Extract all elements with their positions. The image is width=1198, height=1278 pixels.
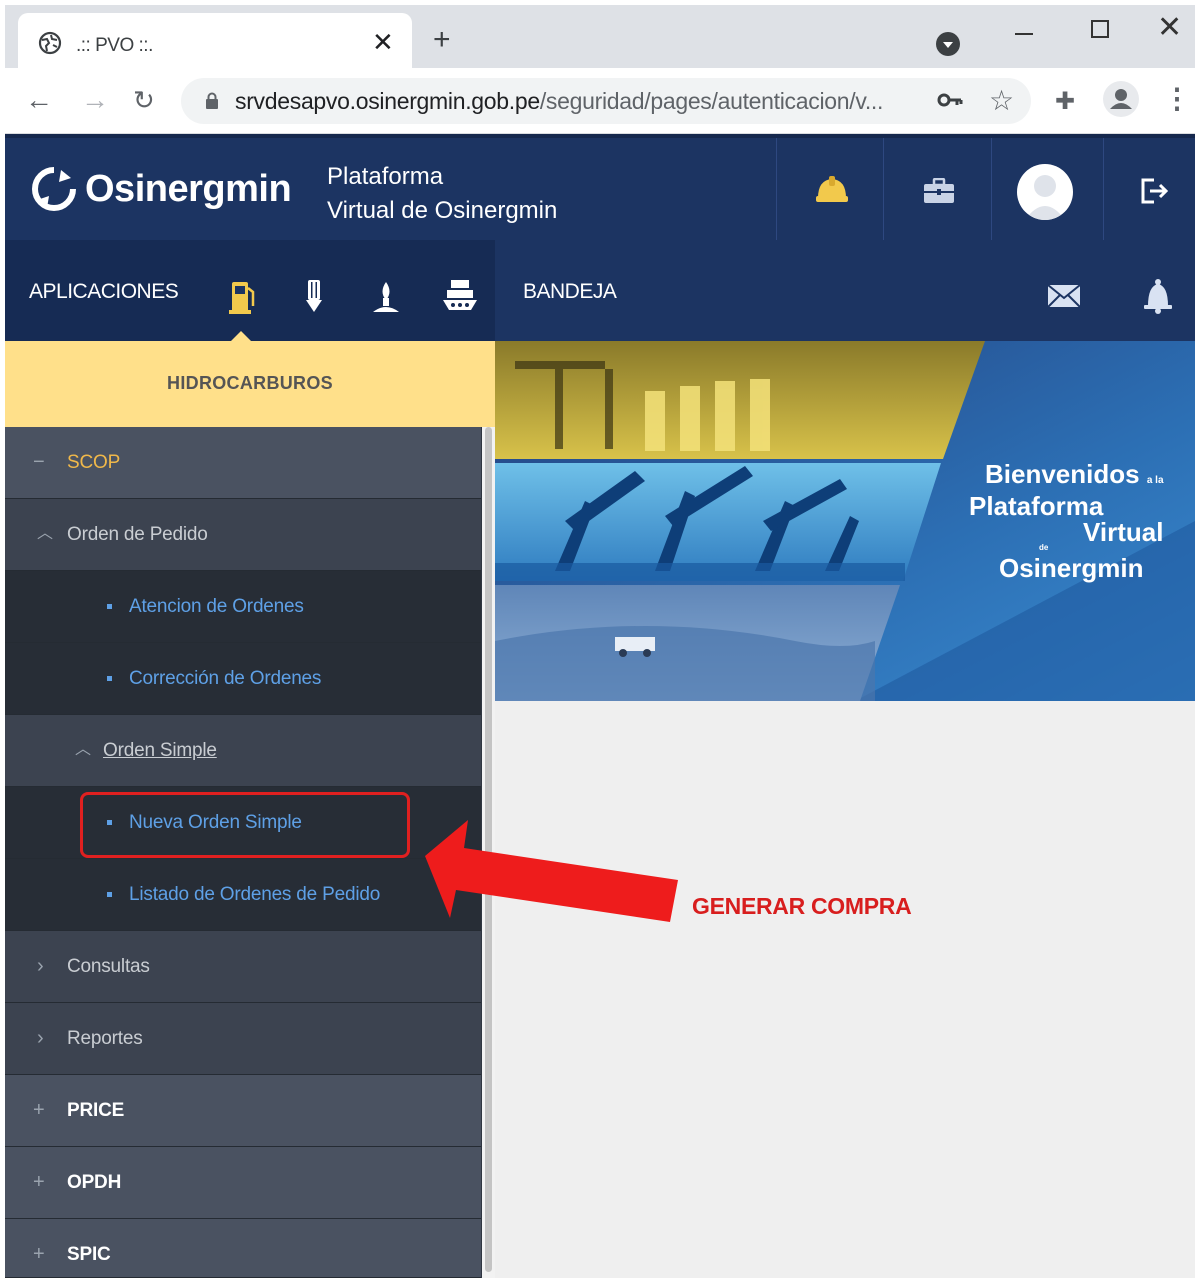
- minus-icon: −: [33, 451, 45, 473]
- sidebar-item-correccion-de-ordenes[interactable]: Corrección de Ordenes: [5, 643, 481, 715]
- avatar: [1017, 164, 1073, 220]
- tab-title: .:: PVO ::.: [76, 35, 153, 56]
- platform-title: Plataforma Virtual de Osinergmin: [327, 160, 557, 228]
- sidebar-item-atencion-de-ordenes[interactable]: Atencion de Ordenes: [5, 571, 481, 643]
- address-bar[interactable]: srvdesapvo.osinergmin.gob.pe/seguridad/p…: [181, 78, 1031, 124]
- bookmark-star-icon[interactable]: ☆: [989, 84, 1014, 118]
- extensions-icon[interactable]: ✚: [1055, 87, 1075, 116]
- helmet-button[interactable]: [776, 138, 883, 240]
- url-domain: srvdesapvo.osinergmin.gob.pe: [235, 88, 540, 114]
- sidebar-item-orden-de-pedido[interactable]: ︿ Orden de Pedido: [5, 499, 481, 571]
- sidebar-item-listado-de-ordenes[interactable]: Listado de Ordenes de Pedido: [5, 859, 481, 931]
- sidebar-item-label: Reportes: [67, 1028, 143, 1049]
- chevron-up-icon: ︿: [75, 741, 92, 758]
- mail-icon[interactable]: [1047, 284, 1081, 308]
- plus-icon: +: [33, 1243, 45, 1265]
- key-icon[interactable]: [937, 90, 963, 110]
- osinergmin-logo-icon: [32, 167, 76, 211]
- active-app-caret-icon: [231, 331, 251, 341]
- lock-icon: [206, 92, 218, 109]
- banner-line-1-small: a la: [1146, 475, 1164, 486]
- banner-line-3: Virtual: [1083, 517, 1164, 547]
- plus-icon: +: [33, 1171, 45, 1193]
- platform-title-line1: Plataforma: [327, 163, 444, 190]
- url-text: srvdesapvo.osinergmin.gob.pe/seguridad/p…: [235, 88, 883, 115]
- bandeja-bar: BANDEJA: [495, 240, 1195, 341]
- sidebar-item-label: PRICE: [67, 1100, 125, 1121]
- fuel-pump-icon[interactable]: [229, 276, 255, 314]
- briefcase-button[interactable]: [883, 138, 991, 240]
- back-icon[interactable]: ←: [25, 80, 53, 120]
- sidebar-item-price[interactable]: + PRICE: [5, 1075, 481, 1147]
- sidebar-item-orden-simple[interactable]: ︿ Orden Simple: [5, 715, 481, 787]
- sidebar-item-spic[interactable]: + SPIC: [5, 1219, 481, 1278]
- annotation-highlight-box: [80, 792, 410, 858]
- chevron-right-icon: ›: [37, 955, 44, 977]
- sidebar-item-label: Orden Simple: [103, 740, 217, 761]
- close-tab-icon[interactable]: ✕: [372, 27, 394, 57]
- sidebar-item-label: SCOP: [67, 452, 121, 473]
- bell-icon[interactable]: [1143, 278, 1173, 314]
- banner-line-4: Osinergmin: [999, 553, 1144, 583]
- app-header: Osinergmin Plataforma Virtual de Osinerg…: [5, 134, 1195, 240]
- welcome-banner: Bienvenidos a la Plataforma Virtual de O…: [495, 341, 1195, 701]
- gas-flame-icon[interactable]: [371, 280, 401, 314]
- browser-tab[interactable]: .:: PVO ::. ✕: [18, 13, 412, 73]
- logo-text: Osinergmin: [85, 168, 292, 210]
- helmet-icon: [816, 176, 848, 202]
- globe-icon: [38, 31, 62, 55]
- logout-icon: [1141, 178, 1168, 204]
- banner-line-1-text: Bienvenidos: [985, 459, 1140, 489]
- sidebar-item-label: OPDH: [67, 1172, 122, 1193]
- menu-kebab-icon[interactable]: ⋮: [1163, 84, 1191, 114]
- browser-toolbar: ← → ↻ srvdesapvo.osinergmin.gob.pe/segur…: [5, 68, 1195, 134]
- plus-icon: +: [33, 1099, 45, 1121]
- briefcase-icon: [924, 178, 954, 203]
- window-close-icon[interactable]: ✕: [1157, 11, 1182, 45]
- sidebar-item-scop[interactable]: − SCOP: [5, 427, 481, 499]
- sidebar-item-opdh[interactable]: + OPDH: [5, 1147, 481, 1219]
- bullet-icon: [107, 892, 112, 897]
- annotation-label: GENERAR COMPRA: [692, 893, 912, 919]
- annotation-arrow-icon: [425, 820, 678, 922]
- chevron-up-icon: ︿: [37, 525, 54, 542]
- sidebar-item-label: Corrección de Ordenes: [129, 668, 322, 689]
- sidebar-item-label: Listado de Ordenes de Pedido: [129, 884, 381, 905]
- maximize-icon[interactable]: [1091, 20, 1109, 38]
- sidebar-item-reportes[interactable]: › Reportes: [5, 1003, 481, 1075]
- section-title: HIDROCARBUROS: [167, 373, 333, 393]
- platform-title-line2: Virtual de Osinergmin: [327, 197, 558, 224]
- forward-icon[interactable]: →: [81, 80, 109, 120]
- minimize-icon[interactable]: [1015, 33, 1033, 35]
- sidebar-item-label: Orden de Pedido: [67, 524, 208, 545]
- applications-label: APLICACIONES: [29, 280, 179, 303]
- new-tab-icon[interactable]: +: [433, 25, 451, 55]
- incognito-dot-icon[interactable]: [935, 31, 961, 57]
- sidebar-item-label: Atencion de Ordenes: [129, 596, 304, 617]
- main-content: Bienvenidos a la Plataforma Virtual de O…: [495, 341, 1195, 1278]
- sidebar-item-label: Consultas: [67, 956, 150, 977]
- chevron-right-icon: ›: [37, 1027, 44, 1049]
- url-path: /seguridad/pages/autenticacion/v...: [539, 88, 884, 114]
- bandeja-label[interactable]: BANDEJA: [523, 280, 617, 304]
- banner-line-3-small: de: [1039, 543, 1049, 552]
- reload-icon[interactable]: ↻: [133, 80, 155, 120]
- bullet-icon: [107, 604, 112, 609]
- electricity-icon[interactable]: [304, 278, 324, 314]
- sidebar-section-header: HIDROCARBUROS: [5, 341, 495, 427]
- applications-bar: APLICACIONES: [5, 240, 495, 341]
- browser-tab-strip: .:: PVO ::. ✕ + ✕: [5, 5, 1195, 73]
- user-menu-button[interactable]: [991, 138, 1103, 240]
- ship-icon[interactable]: [441, 278, 479, 314]
- bullet-icon: [107, 676, 112, 681]
- profile-icon[interactable]: [1103, 81, 1139, 117]
- sidebar-item-label: SPIC: [67, 1244, 111, 1265]
- sidebar-item-consultas[interactable]: › Consultas: [5, 931, 481, 1003]
- logout-button[interactable]: [1103, 138, 1195, 240]
- banner-line-1: Bienvenidos a la: [985, 459, 1164, 490]
